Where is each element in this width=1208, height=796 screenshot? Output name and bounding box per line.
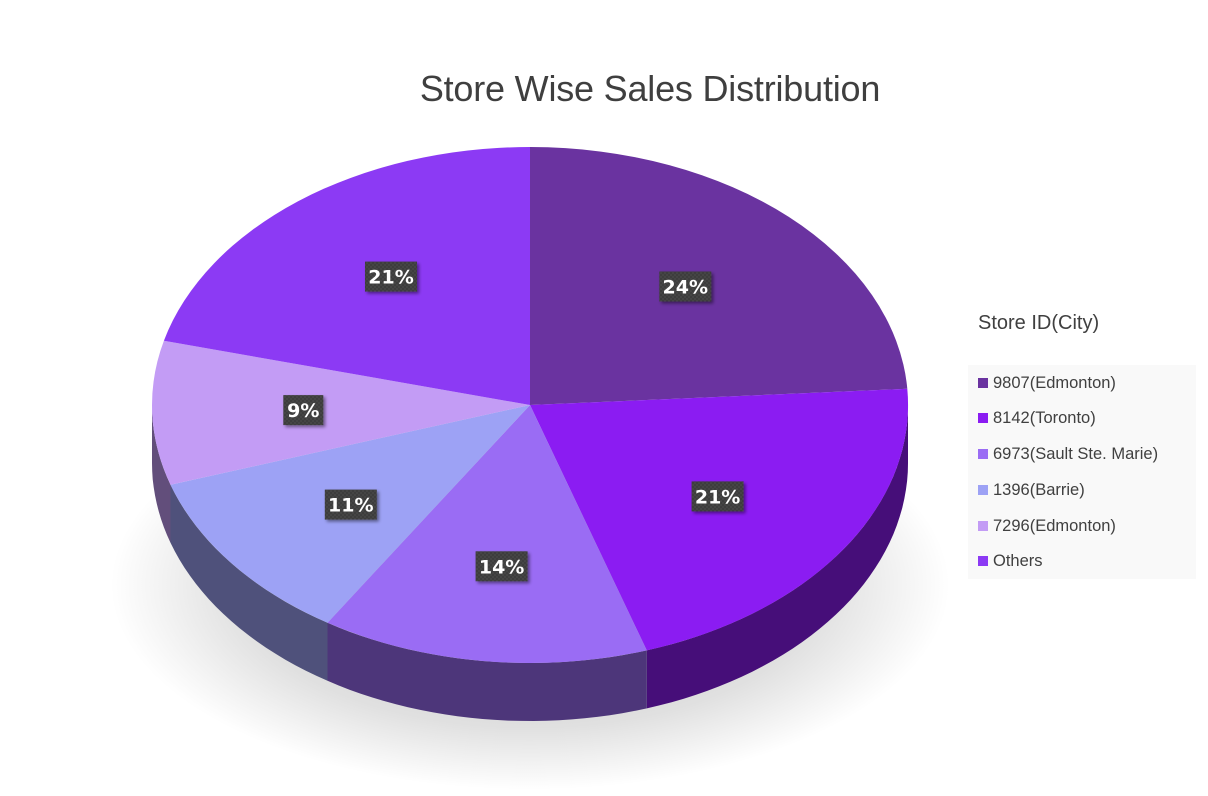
legend-item: 6973(Sault Ste. Marie) [978,444,1158,464]
legend-item: 9807(Edmonton) [978,373,1116,393]
data-label: 21% [691,481,744,512]
legend-item: 7296(Edmonton) [978,516,1116,536]
legend: 9807(Edmonton) 8142(Toronto) 6973(Sault … [968,365,1196,579]
legend-label: 9807(Edmonton) [993,373,1116,392]
pie-slice [530,147,908,405]
legend-swatch [978,378,988,388]
legend-label: 8142(Toronto) [993,408,1096,427]
pie-slices [152,147,909,663]
legend-swatch [978,449,988,459]
data-label-text: 9% [287,400,319,422]
legend-item: Others [978,551,1043,571]
legend-label: 7296(Edmonton) [993,516,1116,535]
legend-swatch [978,556,988,566]
legend-label: Others [993,551,1043,570]
data-label: 24% [659,271,712,302]
data-label: 14% [475,551,528,582]
legend-swatch [978,521,988,531]
legend-swatch [978,413,988,423]
legend-swatch [978,485,988,495]
data-label: 11% [324,489,377,520]
legend-label: 1396(Barrie) [993,480,1085,499]
data-label-text: 11% [328,495,373,517]
data-label-text: 24% [663,277,708,299]
legend-item: 8142(Toronto) [978,408,1096,428]
data-label: 9% [283,395,324,426]
data-label-text: 14% [479,556,524,578]
legend-label: 6973(Sault Ste. Marie) [993,444,1159,463]
legend-item: 1396(Barrie) [978,480,1085,500]
legend-title: Store ID(City) [978,312,1100,334]
data-label: 21% [365,261,417,292]
data-label-text: 21% [695,486,740,508]
data-label-text: 21% [368,267,413,289]
